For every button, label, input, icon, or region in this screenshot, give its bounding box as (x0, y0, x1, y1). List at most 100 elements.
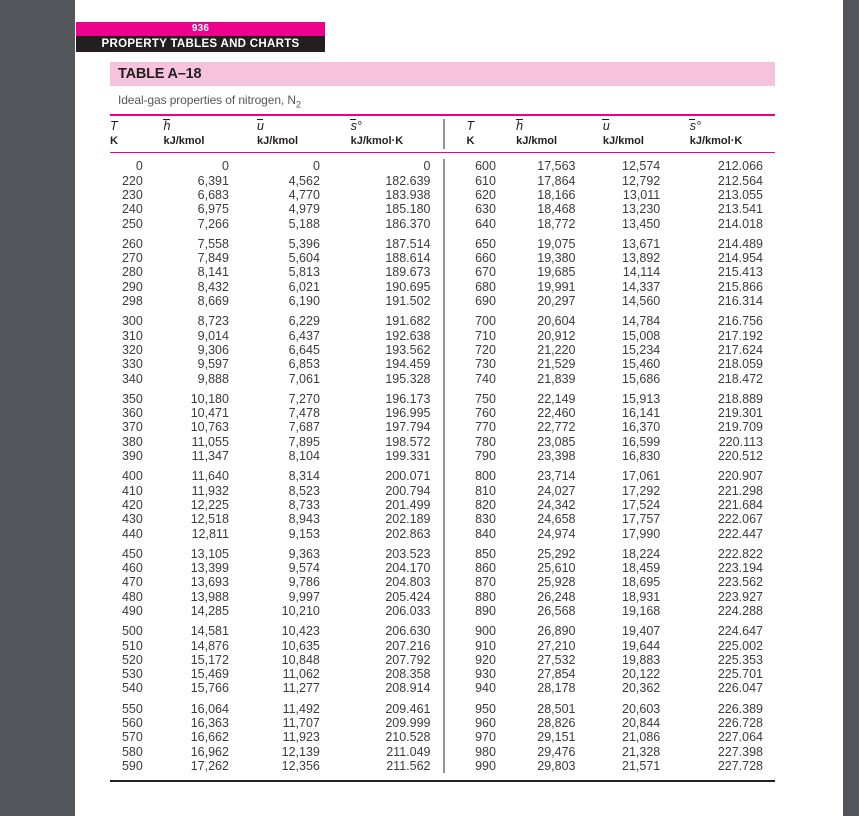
table-cell: 25,928 (537, 575, 576, 590)
table-cell: 217.624 (717, 342, 763, 357)
table-row: 230 6,683 4,770 183.938 (110, 188, 443, 202)
table-cell: 225.701 (717, 667, 763, 682)
table-cell: 214.954 (717, 251, 763, 266)
table-cell: 19,991 (537, 279, 576, 294)
table-cell: 13,671 (622, 236, 661, 251)
table-cell: 19,883 (622, 652, 661, 667)
table-cell: 400 (121, 469, 143, 484)
table-cell: 8,432 (197, 279, 229, 294)
table-row: 220 6,391 4,562 182.639 (110, 174, 443, 188)
table-cell: 16,064 (190, 701, 229, 716)
table-cell: 224.647 (717, 624, 763, 639)
table-cell: 980 (475, 744, 496, 759)
table-row: 298 8,669 6,190 191.502 (110, 294, 443, 308)
table-cell: 6,021 (288, 279, 320, 294)
table-cell: 830 (475, 512, 496, 527)
table-row: 820 24,342 17,524 221.684 (467, 498, 776, 512)
table-cell: 196.995 (385, 406, 431, 421)
row-group: 350 10,180 7,270 196.173 360 10,471 7,478 196.9… (110, 392, 443, 463)
table-cell: 6,190 (288, 294, 320, 309)
row-group: 300 8,723 6,229 191.682 310 9,014 6,437 192.638… (110, 314, 443, 385)
header-symbol-s-left: s° (350, 118, 362, 133)
table-cell: 226.047 (717, 681, 763, 696)
header-internal-energy-left: u kJ/kmol (256, 119, 351, 149)
table-cell: 12,792 (622, 173, 661, 188)
header-symbol-T-left: T (110, 118, 118, 133)
table-cell: 7,558 (197, 236, 229, 251)
table-row: 610 17,864 12,792 212.564 (467, 174, 776, 188)
table-cell: 15,686 (622, 371, 661, 386)
page-number: 936 (76, 22, 325, 36)
header-internal-energy-right: u kJ/kmol (602, 119, 690, 149)
table-cell: 208.358 (385, 667, 431, 682)
table-cell: 11,062 (282, 667, 320, 682)
table-cell: 540 (121, 681, 143, 696)
table-cell: 16,830 (622, 449, 661, 464)
table-cell: 19,168 (622, 604, 661, 618)
table-cell: 14,285 (190, 604, 229, 618)
row-group: 800 23,714 17,061 220.907 810 24,027 17,292 221… (467, 469, 776, 540)
table-cell: 199.331 (385, 449, 431, 464)
table-row: 0 0 0 0 (110, 159, 443, 173)
table-row: 600 17,563 12,574 212.066 (467, 159, 776, 173)
table-cell: 8,733 (288, 497, 320, 512)
table-row: 750 22,149 15,913 218.889 (467, 392, 776, 406)
header-entropy-left: s° kJ/kmol·K (350, 118, 443, 149)
table-cell: 182.639 (385, 173, 431, 188)
table-cell: 230 (121, 187, 143, 202)
table-row: 400 11,640 8,314 200.071 (110, 469, 443, 483)
table-cell: 24,658 (537, 512, 576, 527)
table-cell: 15,913 (622, 391, 661, 406)
table-cell: 24,027 (537, 483, 576, 498)
table-cell: 218.889 (717, 391, 763, 406)
table-row: 410 11,932 8,523 200.794 (110, 484, 443, 498)
table-cell: 183.938 (385, 187, 431, 202)
header-enthalpy-right: h kJ/kmol (515, 119, 603, 149)
table-row: 760 22,460 16,141 219.301 (467, 406, 776, 420)
table-cell: 9,888 (197, 371, 229, 386)
table-cell: 17,524 (622, 497, 661, 512)
row-group: 0 0 0 0 220 6,391 4,562 182.639 230 6,683 4,770 183… (110, 159, 443, 230)
table-cell: 15,460 (622, 357, 661, 372)
table-row: 350 10,180 7,270 196.173 (110, 392, 443, 406)
table-cell: 500 (121, 624, 143, 639)
table-cell: 880 (475, 589, 496, 604)
table-cell: 208.914 (385, 681, 431, 696)
table-row: 320 9,306 6,645 193.562 (110, 343, 443, 357)
table-cell: 214.018 (717, 216, 763, 231)
table-cell: 211.049 (386, 744, 431, 759)
table-cell: 6,437 (288, 328, 320, 343)
table-cell: 590 (121, 758, 143, 773)
table-row: 300 8,723 6,229 191.682 (110, 314, 443, 328)
table-cell: 22,772 (537, 420, 576, 435)
table-cell: 760 (475, 406, 496, 421)
table-cell: 4,770 (288, 187, 320, 202)
table-cell: 930 (475, 667, 496, 682)
table-cell: 186.370 (385, 216, 431, 231)
table-row: 720 21,220 15,234 217.624 (467, 343, 776, 357)
table-cell: 204.803 (385, 575, 431, 590)
table-cell: 9,363 (288, 546, 320, 561)
table-cell: 340 (121, 371, 143, 386)
table-row: 340 9,888 7,061 195.328 (110, 372, 443, 386)
table-cell: 9,153 (288, 526, 320, 541)
table-cell: 19,685 (537, 265, 576, 280)
table-cell: 0 (312, 159, 320, 174)
data-body: 0 0 0 0 220 6,391 4,562 182.639 230 6,683 4,770 183… (110, 153, 776, 774)
table-cell: 17,061 (622, 469, 661, 484)
table-row: 890 26,568 19,168 224.288 (467, 604, 776, 618)
table-cell: 19,407 (622, 624, 661, 639)
table-cell: 970 (475, 730, 496, 745)
table-row: 960 28,826 20,844 226.728 (467, 716, 776, 730)
table-cell: 350 (121, 391, 143, 406)
table-cell: 840 (475, 526, 496, 541)
table-cell: 600 (475, 159, 496, 174)
table-cell: 450 (121, 546, 143, 561)
header-entropy-right: s° kJ/kmol·K (689, 119, 775, 149)
table-cell: 27,210 (537, 638, 576, 653)
table-row: 630 18,468 13,230 213.541 (467, 202, 776, 216)
table-cell: 9,306 (197, 342, 229, 357)
row-group: 260 7,558 5,396 187.514 270 7,849 5,604 188.614… (110, 237, 443, 308)
table-cell: 18,931 (622, 589, 661, 604)
table-cell: 310 (121, 328, 143, 343)
